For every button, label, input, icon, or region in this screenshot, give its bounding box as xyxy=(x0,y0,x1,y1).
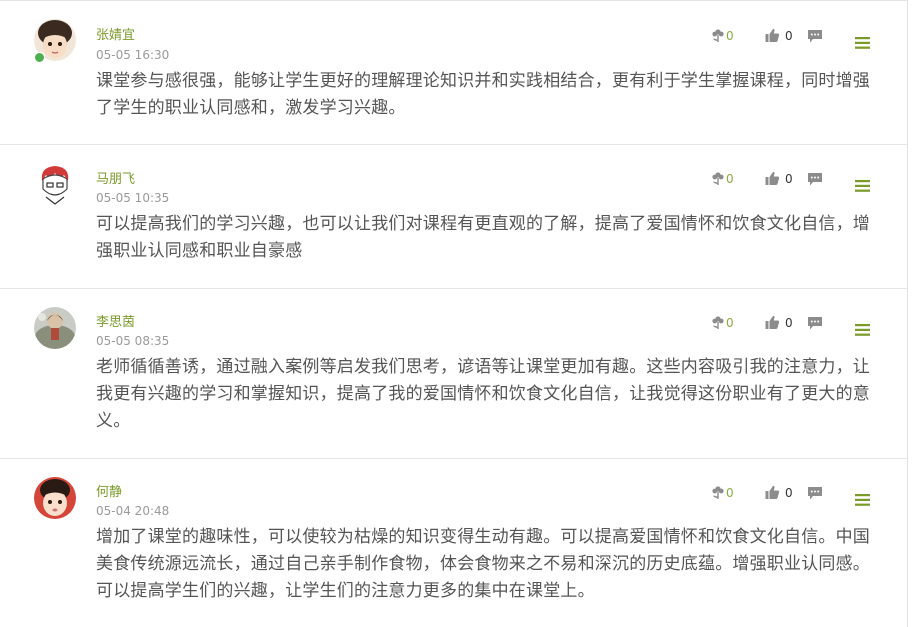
comment-time: 05-05 08:35 xyxy=(96,334,170,348)
thumbs-up-icon xyxy=(765,315,780,329)
flower-count: 0 xyxy=(726,28,734,43)
reply-button[interactable] xyxy=(807,486,823,501)
like-count: 0 xyxy=(785,171,793,186)
comment-item: 马朋飞 05-05 10:35 可以提高我们的学习兴趣，也可以让我们对课程有更直… xyxy=(0,145,907,289)
avatar[interactable] xyxy=(34,477,76,519)
thumbs-up-icon xyxy=(765,485,780,499)
comment-time: 05-04 20:48 xyxy=(96,504,170,518)
avatar[interactable] xyxy=(34,163,76,205)
like-button[interactable]: 0 xyxy=(765,28,793,43)
like-button[interactable]: 0 xyxy=(765,315,793,330)
menu-icon[interactable] xyxy=(855,34,870,53)
flower-icon xyxy=(712,316,724,329)
comment-time: 05-05 10:35 xyxy=(96,191,170,205)
menu-icon[interactable] xyxy=(855,491,870,510)
flower-icon xyxy=(712,29,724,42)
comment-time: 05-05 16:30 xyxy=(96,48,170,62)
author-name[interactable]: 李思茵 xyxy=(96,315,135,331)
flower-count: 0 xyxy=(726,315,734,330)
comment-item: 何静 05-04 20:48 增加了课堂的趣味性，可以使较为枯燥的知识变得生动有… xyxy=(0,459,907,627)
reply-button[interactable] xyxy=(807,172,823,187)
avatar[interactable] xyxy=(34,307,76,349)
author-name[interactable]: 张婧宜 xyxy=(96,28,135,44)
thumbs-up-icon xyxy=(765,171,780,185)
comment-bubble-icon xyxy=(808,173,822,186)
flower-button[interactable]: 0 xyxy=(711,171,734,186)
like-button[interactable]: 0 xyxy=(765,485,793,500)
author-name[interactable]: 何静 xyxy=(96,485,122,501)
flower-button[interactable]: 0 xyxy=(711,28,734,43)
flower-count: 0 xyxy=(726,171,734,186)
comment-text: 课堂参与感很强，能够让学生更好的理解理论知识并和实践相结合，更有利于学生掌握课程… xyxy=(96,71,870,118)
comment-bubble-icon xyxy=(808,30,822,43)
flower-icon xyxy=(712,172,724,185)
comment-item: 张婧宜 05-05 16:30 课堂参与感很强，能够让学生更好的理解理论知识并和… xyxy=(0,1,907,145)
comment-item: 李思茵 05-05 08:35 老师循循善诱，通过融入案例等启发我们思考，谚语等… xyxy=(0,289,907,459)
flower-button[interactable]: 0 xyxy=(711,485,734,500)
flower-count: 0 xyxy=(726,485,734,500)
reply-button[interactable] xyxy=(807,29,823,44)
comment-bubble-icon xyxy=(808,317,822,330)
menu-icon[interactable] xyxy=(855,321,870,340)
comment-text: 增加了课堂的趣味性，可以使较为枯燥的知识变得生动有趣。可以提高爱国情怀和饮食文化… xyxy=(96,527,870,601)
comment-text: 老师循循善诱，通过融入案例等启发我们思考，谚语等让课堂更加有趣。这些内容吸引我的… xyxy=(96,357,870,431)
comment-bubble-icon xyxy=(808,487,822,500)
flower-icon xyxy=(712,486,724,499)
thumbs-up-icon xyxy=(765,28,780,42)
like-count: 0 xyxy=(785,485,793,500)
flower-button[interactable]: 0 xyxy=(711,315,734,330)
menu-icon[interactable] xyxy=(855,177,870,196)
comment-text: 可以提高我们的学习兴趣，也可以让我们对课程有更直观的了解，提高了爱国情怀和饮食文… xyxy=(96,214,870,261)
like-count: 0 xyxy=(785,28,793,43)
online-status-icon xyxy=(34,52,45,63)
comment-list: 张婧宜 05-05 16:30 课堂参与感很强，能够让学生更好的理解理论知识并和… xyxy=(0,0,908,627)
like-button[interactable]: 0 xyxy=(765,171,793,186)
like-count: 0 xyxy=(785,315,793,330)
author-name[interactable]: 马朋飞 xyxy=(96,172,135,188)
reply-button[interactable] xyxy=(807,316,823,331)
